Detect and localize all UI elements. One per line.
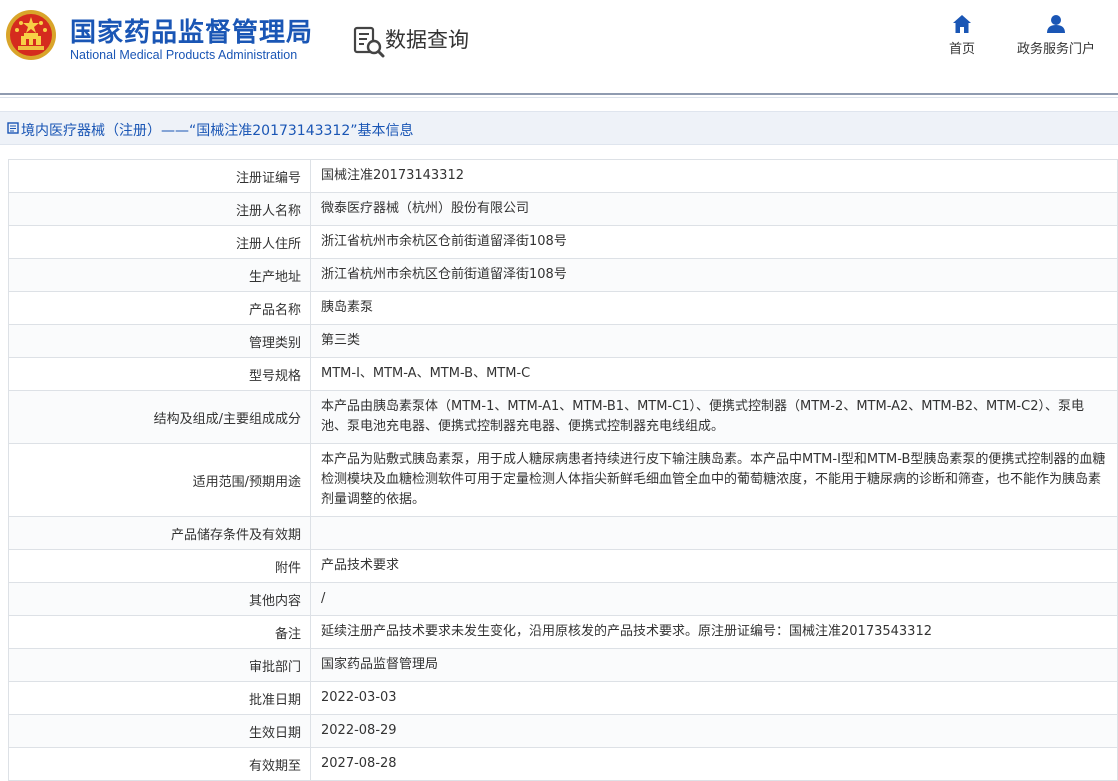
- site-header: 国家药品监督管理局 National Medical Products Admi…: [0, 0, 1118, 93]
- row-value: 国械注准20173143312: [310, 159, 1118, 193]
- row-value: 第三类: [310, 324, 1118, 358]
- row-value: 2027-08-28: [310, 747, 1118, 781]
- table-row: 批准日期 2022-03-03: [8, 681, 1118, 715]
- row-value: MTM-I、MTM-A、MTM-B、MTM-C: [310, 357, 1118, 391]
- table-row: 产品储存条件及有效期: [8, 516, 1118, 550]
- row-label: 附件: [8, 549, 311, 583]
- breadcrumb-text: 境内医疗器械（注册）——“国械注准20173143312”基本信息: [21, 123, 414, 139]
- table-row: 有效期至 2027-08-28: [8, 747, 1118, 781]
- table-row: 注册证编号 国械注准20173143312: [8, 159, 1118, 193]
- row-label: 备注: [8, 615, 311, 649]
- row-label: 适用范围/预期用途: [8, 443, 311, 517]
- table-row: 型号规格 MTM-I、MTM-A、MTM-B、MTM-C: [8, 357, 1118, 391]
- row-value: [310, 516, 1118, 550]
- detail-table: 注册证编号 国械注准20173143312 注册人名称 微泰医疗器械（杭州）股份…: [8, 159, 1118, 781]
- breadcrumb: 境内医疗器械（注册）——“国械注准20173143312”基本信息: [0, 111, 1118, 145]
- nav-home-link[interactable]: 首页: [944, 14, 980, 57]
- row-label: 注册证编号: [8, 159, 311, 193]
- row-value: 本产品由胰岛素泵体（MTM-1、MTM-A1、MTM-B1、MTM-C1）、便携…: [310, 390, 1118, 444]
- row-label: 型号规格: [8, 357, 311, 391]
- table-row: 生产地址 浙江省杭州市余杭区仓前街道留泽街108号: [8, 258, 1118, 292]
- row-value: 国家药品监督管理局: [310, 648, 1118, 682]
- table-row: 其他内容 /: [8, 582, 1118, 616]
- table-row: 审批部门 国家药品监督管理局: [8, 648, 1118, 682]
- nav-home-label: 首页: [948, 42, 975, 57]
- table-row: 备注 延续注册产品技术要求未发生变化，沿用原核发的产品技术要求。原注册证编号：国…: [8, 615, 1118, 649]
- row-label: 生产地址: [8, 258, 311, 292]
- table-row: 注册人住所 浙江省杭州市余杭区仓前街道留泽街108号: [8, 225, 1118, 259]
- table-row: 产品名称 胰岛素泵: [8, 291, 1118, 325]
- row-label: 批准日期: [8, 681, 311, 715]
- row-value: 本产品为贴敷式胰岛素泵，用于成人糖尿病患者持续进行皮下输注胰岛素。本产品中MTM…: [310, 443, 1118, 517]
- site-name-cn: 国家药品监督管理局: [70, 18, 314, 48]
- header-divider: [0, 93, 1118, 95]
- header-divider-light: [0, 97, 1118, 98]
- site-name-en: National Medical Products Administration: [70, 48, 298, 62]
- table-row: 结构及组成/主要组成成分 本产品由胰岛素泵体（MTM-1、MTM-A1、MTM-…: [8, 390, 1118, 444]
- national-emblem-icon: [6, 10, 56, 60]
- nav-portal-link[interactable]: 政务服务门户: [1010, 14, 1102, 57]
- document-search-icon: [353, 26, 385, 58]
- nav-portal-label: 政务服务门户: [1016, 42, 1095, 57]
- row-label: 结构及组成/主要组成成分: [8, 390, 311, 444]
- table-row: 适用范围/预期用途 本产品为贴敷式胰岛素泵，用于成人糖尿病患者持续进行皮下输注胰…: [8, 443, 1118, 517]
- row-value: 微泰医疗器械（杭州）股份有限公司: [310, 192, 1118, 226]
- row-label: 注册人住所: [8, 225, 311, 259]
- table-row: 注册人名称 微泰医疗器械（杭州）股份有限公司: [8, 192, 1118, 226]
- document-icon: [7, 122, 19, 134]
- table-row: 管理类别 第三类: [8, 324, 1118, 358]
- row-label: 审批部门: [8, 648, 311, 682]
- table-row: 生效日期 2022-08-29: [8, 714, 1118, 748]
- row-label: 有效期至: [8, 747, 311, 781]
- row-label: 管理类别: [8, 324, 311, 358]
- table-row: 附件 产品技术要求: [8, 549, 1118, 583]
- row-value: 胰岛素泵: [310, 291, 1118, 325]
- row-label: 注册人名称: [8, 192, 311, 226]
- row-value: 浙江省杭州市余杭区仓前街道留泽街108号: [310, 225, 1118, 259]
- user-icon: [1047, 15, 1065, 33]
- home-icon: [953, 15, 971, 33]
- row-value: /: [310, 582, 1118, 616]
- row-label: 产品名称: [8, 291, 311, 325]
- section-title: 数据查询: [385, 28, 469, 52]
- row-label: 产品储存条件及有效期: [8, 516, 311, 550]
- row-label: 其他内容: [8, 582, 311, 616]
- row-value: 2022-03-03: [310, 681, 1118, 715]
- row-label: 生效日期: [8, 714, 311, 748]
- row-value: 浙江省杭州市余杭区仓前街道留泽街108号: [310, 258, 1118, 292]
- row-value: 延续注册产品技术要求未发生变化，沿用原核发的产品技术要求。原注册证编号：国械注准…: [310, 615, 1118, 649]
- row-value: 2022-08-29: [310, 714, 1118, 748]
- row-value: 产品技术要求: [310, 549, 1118, 583]
